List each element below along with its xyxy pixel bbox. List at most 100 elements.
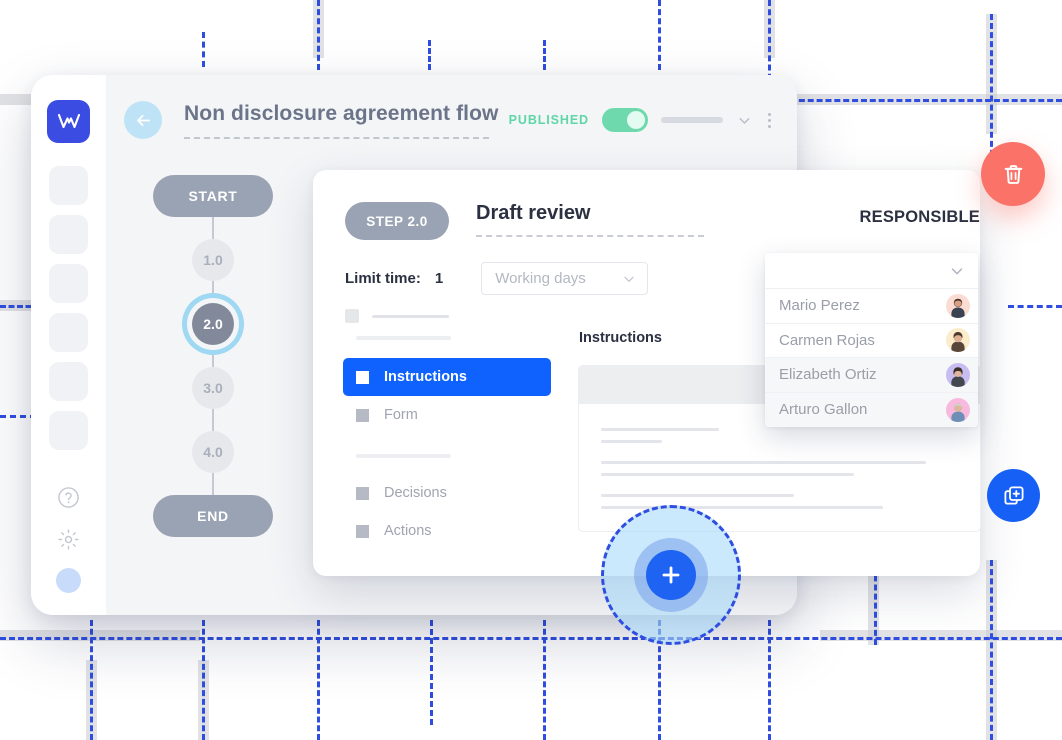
flow-node-2-wrap: 2.0 <box>182 293 244 355</box>
tab-decisions[interactable]: Decisions <box>343 474 551 512</box>
guide-line-v <box>428 40 431 70</box>
w-logo-icon <box>57 113 80 128</box>
flow-start-node[interactable]: START <box>153 175 273 217</box>
copy-add-icon <box>1004 486 1024 504</box>
square-icon <box>356 408 369 422</box>
responsible-dropdown[interactable]: Mario Perez Carmen Rojas Elizabeth Ortiz… <box>765 253 978 427</box>
guide-line-v <box>768 620 771 740</box>
flow-node-1[interactable]: 1.0 <box>192 239 234 281</box>
flow-end-node[interactable]: END <box>153 495 273 537</box>
rail-item-5[interactable] <box>49 362 88 401</box>
avatar-image <box>951 366 965 387</box>
guide-line-v <box>543 620 546 740</box>
chevron-down-icon[interactable] <box>736 112 753 129</box>
duplicate-step-button[interactable] <box>977 459 1050 532</box>
delete-step-button[interactable] <box>970 131 1056 217</box>
option-placeholder-line <box>372 314 449 318</box>
tab-label: Decisions <box>384 485 447 501</box>
back-button[interactable] <box>124 101 162 139</box>
avatar-image <box>951 332 965 353</box>
top-bar-actions: PUBLISHED <box>509 108 773 132</box>
option-label: Mario Perez <box>779 297 860 315</box>
flow-node-3[interactable]: 3.0 <box>192 367 234 409</box>
flow-title-wrap: Non disclosure agreement flow <box>184 102 498 139</box>
text-placeholder-line <box>601 473 855 476</box>
rail-item-1[interactable] <box>49 166 88 205</box>
text-placeholder-line <box>601 494 794 497</box>
step-title[interactable]: Draft review <box>476 202 704 235</box>
rail-item-3[interactable] <box>49 264 88 303</box>
guide-line-v <box>90 620 93 740</box>
guide-bar <box>986 14 997 134</box>
square-icon <box>356 370 369 384</box>
dropdown-option-elizabeth-ortiz[interactable]: Elizabeth Ortiz <box>765 358 978 393</box>
step-title-underline <box>476 235 704 237</box>
tab-actions[interactable]: Actions <box>343 512 551 550</box>
user-avatar[interactable] <box>56 568 81 593</box>
flow-step-list: START 1.0 2.0 3.0 4.0 END <box>153 175 273 537</box>
flow-node-2[interactable]: 2.0 <box>192 303 234 345</box>
limit-time-value[interactable]: 1 <box>435 270 443 287</box>
flow-connector <box>212 217 214 239</box>
avatar <box>946 362 970 387</box>
option-label: Elizabeth Ortiz <box>779 366 877 384</box>
avatar <box>946 293 970 318</box>
tab-divider <box>356 336 451 340</box>
text-placeholder-line <box>601 428 719 431</box>
trash-icon <box>1004 164 1022 184</box>
dropdown-option-arturo-gallon[interactable]: Arturo Gallon <box>765 392 978 427</box>
guide-line-v <box>202 620 205 740</box>
section-tab-list: Instructions Form Decisions Actions <box>343 336 551 550</box>
page-title[interactable]: Non disclosure agreement flow <box>184 102 498 137</box>
dropdown-trigger[interactable] <box>765 253 978 289</box>
publish-toggle[interactable] <box>602 108 648 132</box>
flow-connector <box>212 473 214 495</box>
limit-time-label: Limit time: <box>345 270 421 287</box>
guide-line-v <box>317 620 320 740</box>
square-icon <box>356 486 369 500</box>
title-underline <box>184 136 489 139</box>
kebab-menu-icon[interactable] <box>766 112 773 128</box>
flow-connector <box>212 409 214 431</box>
time-unit-select[interactable]: Working days <box>481 262 649 295</box>
guide-line-h <box>1008 305 1062 308</box>
tab-label: Instructions <box>384 369 467 385</box>
rail-item-2[interactable] <box>49 215 88 254</box>
guide-line-v <box>202 32 205 67</box>
guide-line-v <box>317 0 320 70</box>
tab-form[interactable]: Form <box>343 396 551 434</box>
tab-divider <box>356 454 451 458</box>
guide-bar <box>0 630 200 641</box>
option-checkbox[interactable] <box>345 309 359 323</box>
guide-line-v <box>543 40 546 70</box>
tab-instructions[interactable]: Instructions <box>343 358 551 396</box>
left-icon-rail <box>31 75 106 615</box>
guide-line-v <box>990 560 993 740</box>
rail-item-6[interactable] <box>49 411 88 450</box>
guide-bar <box>86 660 97 740</box>
help-icon[interactable] <box>56 484 82 510</box>
avatar-image <box>951 403 965 422</box>
fab-core[interactable] <box>646 550 696 600</box>
add-step-button[interactable] <box>601 505 741 645</box>
option-label: Arturo Gallon <box>779 401 868 419</box>
avatar <box>946 397 970 422</box>
text-placeholder-line <box>601 440 662 443</box>
flow-node-4[interactable]: 4.0 <box>192 431 234 473</box>
dropdown-option-mario-perez[interactable]: Mario Perez <box>765 289 978 324</box>
dropdown-option-carmen-rojas[interactable]: Carmen Rojas <box>765 324 978 358</box>
arrow-left-icon <box>136 114 150 126</box>
guide-line-v <box>430 620 433 725</box>
chevron-down-icon <box>951 267 963 274</box>
square-icon <box>356 524 369 538</box>
guide-bar <box>986 560 997 740</box>
option-label: Carmen Rojas <box>779 331 875 349</box>
tab-label: Form <box>384 407 418 423</box>
guide-bar <box>780 94 1062 105</box>
gear-icon[interactable] <box>56 526 82 552</box>
step-card-header: STEP 2.0 Draft review RESPONSIBLE <box>313 170 980 240</box>
rail-item-4[interactable] <box>49 313 88 352</box>
app-logo[interactable] <box>47 100 90 143</box>
toolbar-placeholder-bar <box>661 117 723 123</box>
text-placeholder-line <box>601 461 926 464</box>
